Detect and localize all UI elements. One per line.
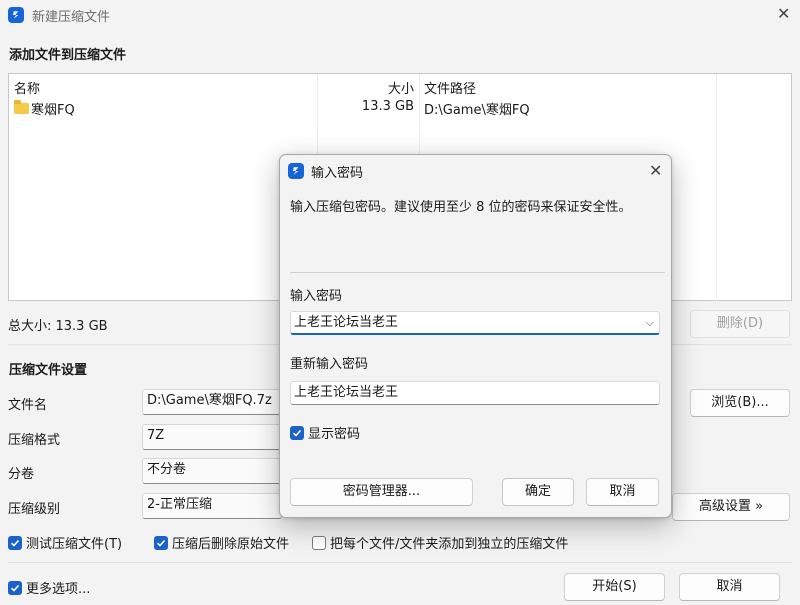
confirm-password-input[interactable]: 上老王论坛当老王 [290,381,660,405]
ok-button[interactable]: 确定 [502,478,574,506]
file-path: D:\Game\寒烟FQ [424,103,530,118]
checkbox-checked-icon [154,535,168,550]
test-archive-label: 测试压缩文件(T) [26,537,123,552]
file-name: 寒烟FQ [31,103,75,118]
separate-archives-label: 把每个文件/文件夹添加到独立的压缩文件 [330,537,569,552]
dialog-message: 输入压缩包密码。建议使用至少 8 位的密码来保证安全性。 [290,200,632,215]
add-files-heading: 添加文件到压缩文件 [9,48,127,63]
checkbox-checked-icon [8,535,22,550]
more-options-label: 更多选项... [26,582,91,597]
delete-after-label: 压缩后删除原始文件 [172,537,290,552]
window-title: 新建压缩文件 [32,10,111,25]
column-header-path[interactable]: 文件路径 [424,78,476,97]
total-size: 总大小: 13.3 GB [8,319,108,334]
volume-label: 分卷 [8,467,35,482]
volume-select[interactable]: 不分卷 [142,458,282,484]
confirm-password-label: 重新输入密码 [290,357,369,372]
divider [8,562,792,563]
show-password-label: 显示密码 [308,427,361,442]
password-value: 上老王论坛当老王 [294,315,399,330]
password-dialog: 输入密码 ✕ 输入压缩包密码。建议使用至少 8 位的密码来保证安全性。 输入密码… [279,154,672,518]
format-label: 压缩格式 [8,433,61,448]
settings-heading: 压缩文件设置 [9,363,88,378]
filename-label: 文件名 [8,398,48,413]
level-label: 压缩级别 [8,502,61,517]
format-select[interactable]: 7Z [142,424,282,450]
folder-icon [14,100,29,114]
close-icon[interactable]: ✕ [649,163,662,179]
column-header-size[interactable]: 大小 [319,78,414,97]
column-header-name[interactable]: 名称 [14,78,40,97]
checkbox-checked-icon [8,580,22,595]
dialog-title: 输入密码 [311,166,364,181]
cancel-button[interactable]: 取消 [679,573,780,601]
file-row[interactable]: 寒烟FQ 13.3 GB D:\Game\寒烟FQ [9,98,791,118]
password-manager-button[interactable]: 密码管理器... [290,478,473,506]
chevron-down-icon[interactable]: ⌵ [646,312,654,333]
checkbox-unchecked-icon [312,535,326,550]
password-input[interactable]: 上老王论坛当老王 ⌵ [290,311,660,335]
show-password-checkbox[interactable]: 显示密码 [290,423,360,442]
password-label: 输入密码 [290,289,343,304]
dialog-cancel-button[interactable]: 取消 [586,478,659,506]
file-size: 13.3 GB [361,99,414,114]
delete-button[interactable]: 删除(D) [690,310,790,338]
more-options-checkbox[interactable]: 更多选项... [8,578,90,597]
app-icon [288,163,304,179]
app-icon [8,7,24,23]
checkbox-checked-icon [290,425,304,440]
delete-after-checkbox[interactable]: 压缩后删除原始文件 [154,533,289,552]
level-select[interactable]: 2-正常压缩 [142,493,282,519]
separate-archives-checkbox[interactable]: 把每个文件/文件夹添加到独立的压缩文件 [312,533,568,552]
test-archive-checkbox[interactable]: 测试压缩文件(T) [8,533,122,552]
start-button[interactable]: 开始(S) [564,573,665,601]
filename-input[interactable]: D:\Game\寒烟FQ.7z [142,389,282,415]
close-icon[interactable]: ✕ [777,6,790,22]
divider [290,272,665,273]
advanced-settings-button[interactable]: 高级设置 » [672,493,790,521]
browse-button[interactable]: 浏览(B)... [690,389,790,417]
